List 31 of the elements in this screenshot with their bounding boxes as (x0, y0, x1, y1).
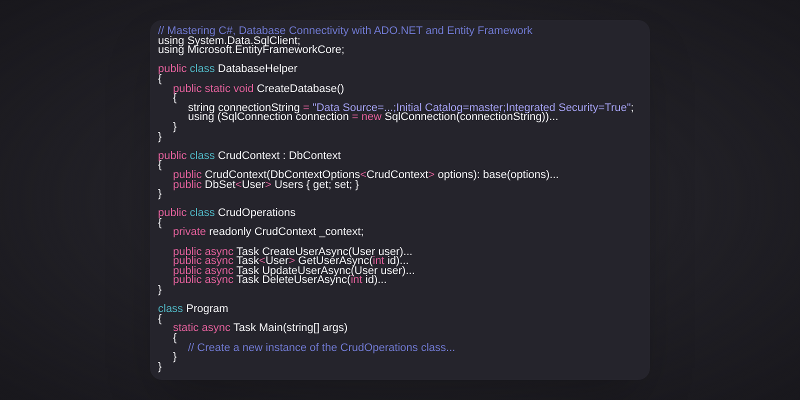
code-line: } (158, 362, 162, 372)
code-line: // Create a new instance of the CrudOperations class... (188, 344, 456, 354)
code-line: static async Task Main(string[] args) (173, 324, 348, 334)
code-line: } (173, 353, 177, 363)
code-line: public class CrudOperations (158, 209, 296, 219)
code-line: { (158, 314, 162, 324)
code-line: } (158, 286, 162, 296)
code-line: // Mastering C#, Database Connectivity with ADO.NET and Entity Framework (158, 27, 533, 37)
code-line: } (173, 122, 177, 133)
code-line: { (158, 74, 162, 85)
code-line: { (158, 161, 162, 171)
code-line: } (158, 190, 162, 200)
code-line: public async Task UpdateUserAsync(User user)... (173, 266, 415, 276)
code-line: class Program (158, 305, 228, 315)
code-line: { (173, 94, 177, 104)
code-line: string connectionString = "Data Source=...;Initial Catalog=master;Integrated Security=True"; (188, 104, 634, 114)
code-line: public async Task DeleteUserAsync(int id)... (173, 276, 387, 286)
code-line: using System.Data.SqlClient; (158, 36, 300, 46)
code-line: { (173, 334, 177, 344)
code-line: } (158, 132, 162, 142)
code-line: public static void CreateDatabase() (173, 84, 344, 94)
code-line: private readonly CrudContext _context; (173, 228, 364, 238)
code-line: public class CrudContext : DbContext (158, 152, 341, 162)
code-line: public async Task CreateUserAsync(User user)... (173, 248, 412, 258)
code-line: using Microsoft.EntityFrameworkCore; (158, 46, 344, 56)
code-line: public class DatabaseHelper (158, 65, 298, 75)
code-line: public DbSet<User> Users { get; set; } (173, 180, 359, 190)
code-line: public async Task<User> GetUserAsync(int id)... (173, 257, 409, 267)
code-line: public CrudContext(DbContextOptions<CrudContext> options): base(options)... (173, 170, 559, 180)
code-line: using (SqlConnection connection = new SqlConnection(connectionString))... (188, 113, 558, 123)
code-line: { (158, 218, 162, 228)
